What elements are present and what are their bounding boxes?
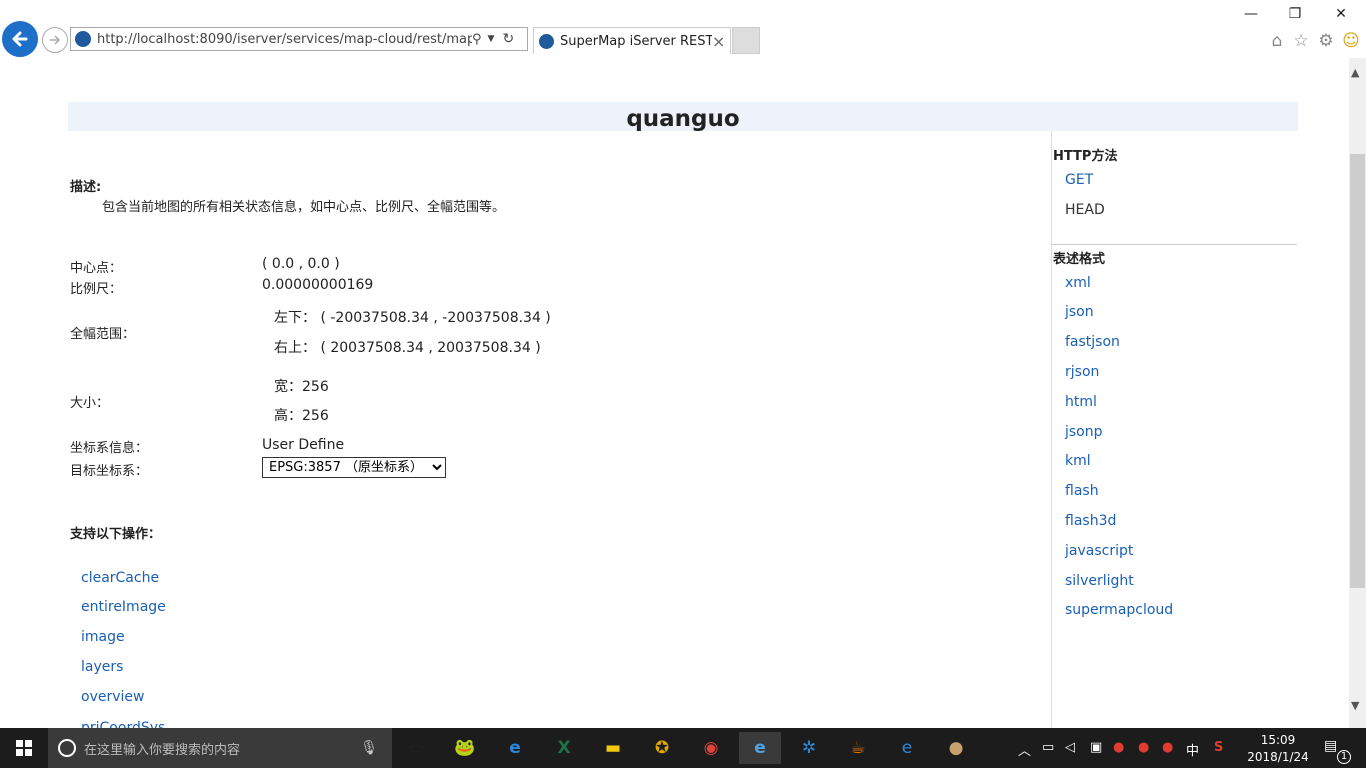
tab-supermap[interactable]: SuperMap iServer REST ... × <box>533 27 731 54</box>
format-link[interactable]: html <box>1065 394 1097 410</box>
supermap-app-icon[interactable]: ✪ <box>641 732 683 764</box>
size-width: 宽：256 <box>274 379 329 395</box>
microphone-icon[interactable]: 🎙 <box>360 740 378 756</box>
http-method-get[interactable]: GET <box>1065 172 1093 188</box>
back-button[interactable] <box>2 21 38 57</box>
operation-link[interactable]: image <box>81 629 125 645</box>
tab-title: SuperMap iServer REST ... <box>560 33 712 49</box>
operation-link[interactable]: overview <box>81 689 144 705</box>
scale-value: 0.00000000169 <box>262 277 374 293</box>
arrow-right-icon <box>50 35 61 45</box>
size-label: 大小： <box>70 396 110 411</box>
taskbar-search[interactable]: 在这里输入你要搜索的内容 🎙 <box>48 728 392 768</box>
crs-label: 坐标系信息： <box>70 441 149 456</box>
format-link[interactable]: rjson <box>1065 364 1099 380</box>
network-icon[interactable]: ▣ <box>1090 740 1102 755</box>
restore-button[interactable]: ❐ <box>1272 0 1318 28</box>
format-link[interactable]: flash <box>1065 483 1099 499</box>
scale-label: 比例尺： <box>70 282 123 297</box>
qq-icon[interactable]: ● <box>1113 740 1124 755</box>
minimize-button[interactable]: — <box>1228 0 1274 28</box>
address-url[interactable]: http://localhost:8090/iserver/services/m… <box>97 32 472 47</box>
clock[interactable]: 15:09 2018/1/24 <box>1240 732 1316 766</box>
format-link[interactable]: jsonp <box>1065 424 1103 440</box>
format-link[interactable]: supermapcloud <box>1065 602 1173 618</box>
site-icon <box>75 31 91 47</box>
ie-app-icon[interactable]: e <box>886 732 928 764</box>
operation-link[interactable]: prjCoordSys <box>81 719 165 728</box>
qq-icon[interactable]: ● <box>1162 740 1173 755</box>
task-view-icon[interactable]: ▭ <box>395 732 437 764</box>
http-method-head: HEAD <box>1065 202 1105 218</box>
forward-button[interactable] <box>42 27 68 53</box>
clock-date: 2018/1/24 <box>1247 750 1309 764</box>
target-crs-select[interactable]: EPSG:3857 （原坐标系） <box>262 457 446 478</box>
clock-time: 15:09 <box>1260 733 1296 747</box>
refresh-icon[interactable]: ↻ <box>502 31 514 47</box>
home-icon[interactable]: ⌂ <box>1266 30 1288 52</box>
star-icon[interactable]: ☆ <box>1290 30 1312 52</box>
arrow-left-icon <box>12 31 28 47</box>
description-label: 描述: <box>70 180 102 195</box>
format-link[interactable]: silverlight <box>1065 573 1134 589</box>
bounds-label: 全幅范围： <box>70 327 136 342</box>
format-link[interactable]: flash3d <box>1065 513 1116 529</box>
iserver-app-icon[interactable]: ✲ <box>788 732 830 764</box>
format-link[interactable]: kml <box>1065 453 1091 469</box>
scroll-down-icon[interactable]: ▼ <box>1351 699 1359 712</box>
http-methods-label: HTTP方法 <box>1053 149 1118 164</box>
battery-icon[interactable]: ▭ <box>1042 740 1054 755</box>
operation-link[interactable]: layers <box>81 659 123 675</box>
notification-badge: 1 <box>1337 750 1351 764</box>
gear-icon[interactable]: ⚙ <box>1315 30 1337 52</box>
notification-icon[interactable]: ▤ <box>1324 738 1337 754</box>
ime-indicator[interactable]: 中 <box>1186 740 1199 759</box>
close-button[interactable]: ✕ <box>1318 0 1364 28</box>
formats-label: 表述格式 <box>1053 252 1106 267</box>
java-icon[interactable]: ☕ <box>837 732 879 764</box>
smiley-icon[interactable]: ☺ <box>1340 30 1362 52</box>
site-icon <box>539 33 554 49</box>
description-text: 包含当前地图的所有相关状态信息，如中心点、比例尺、全幅范围等。 <box>102 200 506 215</box>
address-bar[interactable]: http://localhost:8090/iserver/services/m… <box>70 27 528 51</box>
frog-app-icon[interactable]: 🐸 <box>444 732 486 764</box>
cortana-icon <box>58 739 76 757</box>
scrollbar-thumb[interactable] <box>1350 154 1365 588</box>
size-height: 高：256 <box>274 408 329 424</box>
center-value: ( 0.0 , 0.0 ) <box>262 256 340 272</box>
scroll-up-icon[interactable]: ▲ <box>1351 66 1359 79</box>
operations-label: 支持以下操作： <box>70 527 162 542</box>
tray-expand-icon[interactable]: ︿ <box>1018 740 1031 759</box>
bounds-lower: 左下： ( -20037508.34 , -20037508.34 ) <box>274 310 551 326</box>
format-link[interactable]: json <box>1065 304 1094 320</box>
format-link[interactable]: fastjson <box>1065 334 1120 350</box>
target-crs-label: 目标坐标系： <box>70 464 149 479</box>
operation-link[interactable]: clearCache <box>81 570 159 586</box>
tab-close-icon[interactable]: × <box>712 32 725 51</box>
format-link[interactable]: javascript <box>1065 543 1133 559</box>
internet-explorer-icon[interactable]: e <box>739 732 781 764</box>
file-explorer-icon[interactable]: ▬ <box>592 732 634 764</box>
volume-icon[interactable]: ◁ <box>1065 740 1075 755</box>
excel-icon[interactable]: X <box>543 732 585 764</box>
format-link[interactable]: xml <box>1065 275 1091 291</box>
search-icon[interactable]: ⚲ <box>472 32 482 47</box>
operation-link[interactable]: entireImage <box>81 599 166 615</box>
chrome-icon[interactable]: ◉ <box>690 732 732 764</box>
sidebar-divider <box>1051 131 1052 731</box>
qq-icon[interactable]: ● <box>1138 740 1149 755</box>
crs-value: User Define <box>262 437 345 453</box>
bounds-upper: 右上： ( 20037508.34 , 20037508.34 ) <box>274 340 541 356</box>
center-label: 中心点： <box>70 261 123 276</box>
edge-icon[interactable]: e <box>494 732 536 764</box>
sidebar-separator <box>1052 244 1297 245</box>
search-placeholder: 在这里输入你要搜索的内容 <box>84 742 241 758</box>
windows-icon <box>16 740 32 756</box>
dropdown-icon[interactable]: ▼ <box>488 34 495 44</box>
new-tab-button[interactable] <box>732 27 760 54</box>
sogou-icon[interactable]: S <box>1214 740 1223 755</box>
page-title: quanguo <box>68 102 1298 132</box>
start-button[interactable] <box>0 728 48 768</box>
misc-app-icon[interactable]: ● <box>935 732 977 764</box>
